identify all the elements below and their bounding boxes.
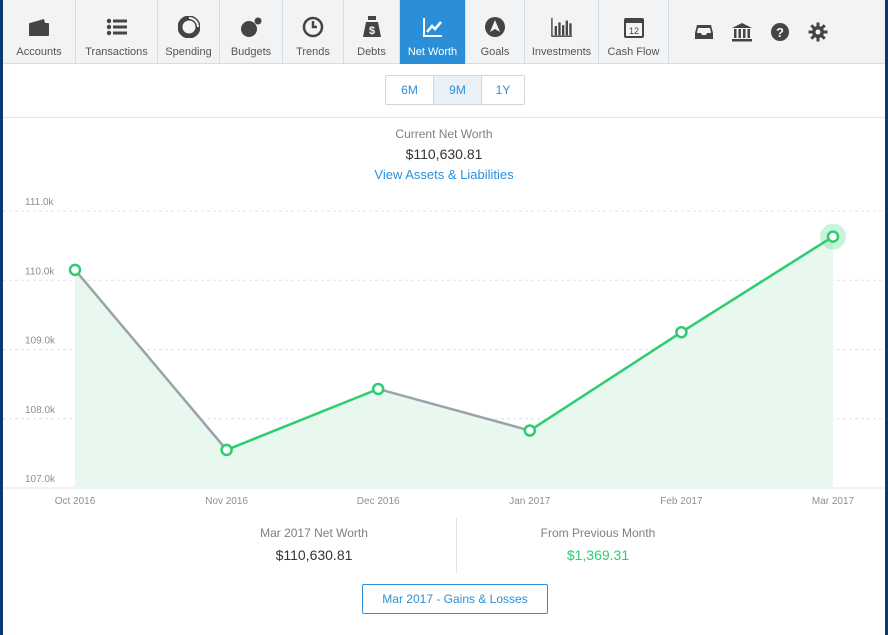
data-point	[68, 263, 82, 277]
range-1y-button[interactable]: 1Y	[482, 76, 524, 104]
x-tick-label: Nov 2016	[205, 496, 248, 507]
x-tick-label: Feb 2017	[660, 496, 703, 507]
nav-item-cash-flow[interactable]: 12 Cash Flow	[599, 0, 669, 64]
current-net-worth-label: Current Net Worth	[395, 127, 493, 141]
nav-item-spending[interactable]: Spending	[158, 0, 220, 64]
nav-label: Investments	[531, 46, 592, 58]
gear-icon[interactable]	[799, 0, 837, 64]
donut-chart-icon	[177, 16, 200, 38]
gains-losses-button[interactable]: Mar 2017 - Gains & Losses	[362, 584, 548, 614]
change-label: From Previous Month	[540, 526, 656, 540]
nav-label: Budgets	[230, 46, 272, 58]
svg-text:$: $	[368, 25, 374, 37]
divider	[3, 117, 885, 118]
help-icon[interactable]: ?	[761, 0, 799, 64]
nav-label: Spending	[165, 46, 212, 58]
wallet-icon	[28, 16, 50, 38]
x-tick-label: Dec 2016	[357, 496, 400, 507]
month-net-worth-label: Mar 2017 Net Worth	[260, 526, 368, 540]
nav-label: Trends	[296, 46, 330, 58]
range-9m-button[interactable]: 9M	[434, 76, 482, 104]
data-point	[371, 382, 385, 396]
nav-label: Net Worth	[407, 46, 458, 58]
x-axis-labels: Oct 2016 Nov 2016 Dec 2016 Jan 2017 Feb 2017…	[55, 496, 855, 507]
y-tick-label: 111.0k	[25, 197, 55, 208]
nav-label: Cash Flow	[607, 46, 660, 58]
view-assets-liabilities-link[interactable]: View Assets & Liabilities	[0, 167, 888, 182]
nav-label: Accounts	[16, 46, 62, 58]
bar-chart-icon	[550, 16, 573, 38]
month-net-worth-summary: Mar 2017 Net Worth $110,630.81	[164, 526, 464, 563]
nav-label: Debts	[357, 46, 386, 58]
change-summary: From Previous Month $1,369.31	[448, 526, 748, 563]
x-tick-label: Mar 2017	[812, 496, 855, 507]
nav-item-budgets[interactable]: Budgets	[220, 0, 283, 64]
x-tick-label: Jan 2017	[509, 496, 551, 507]
calendar-icon: 12	[623, 16, 645, 38]
change-value: $1,369.31	[566, 547, 630, 563]
data-point	[523, 424, 537, 437]
nav-item-net-worth[interactable]: Net Worth	[400, 0, 466, 64]
data-point	[220, 443, 233, 457]
nav-label: Goals	[480, 46, 510, 58]
budget-icon	[240, 16, 262, 38]
clock-icon	[302, 16, 324, 38]
nav-item-debts[interactable]: $ Debts	[344, 0, 400, 64]
net-worth-chart: 111.0k 110.0k 109.0k 108.0k 107.0k Oct 2016 N…	[3, 197, 885, 507]
svg-text:?: ?	[776, 25, 784, 40]
y-axis-labels: 111.0k 110.0k 109.0k 108.0k 107.0k	[25, 197, 56, 485]
compass-icon	[484, 16, 506, 38]
nav-item-goals[interactable]: Goals	[466, 0, 525, 64]
nav-item-transactions[interactable]: Transactions	[76, 0, 158, 64]
list-icon	[106, 16, 128, 38]
data-point	[675, 325, 688, 339]
y-tick-label: 110.0k	[25, 266, 55, 277]
money-bag-icon: $	[361, 16, 383, 38]
nav-item-accounts[interactable]: Accounts	[3, 0, 76, 64]
nav-item-trends[interactable]: Trends	[283, 0, 344, 64]
x-tick-label: Oct 2016	[55, 496, 96, 507]
y-tick-label: 108.0k	[25, 405, 56, 416]
range-selector: 6M 9M 1Y	[385, 75, 525, 105]
range-6m-button[interactable]: 6M	[386, 76, 434, 104]
y-tick-label: 107.0k	[25, 474, 56, 485]
month-net-worth-value: $110,630.81	[275, 547, 353, 563]
top-nav: Accounts Transactions Spending Budgets T…	[3, 0, 885, 64]
nav-utility-icons: ?	[669, 0, 837, 63]
svg-text:12: 12	[628, 26, 638, 36]
inbox-icon[interactable]	[685, 0, 723, 64]
y-tick-label: 109.0k	[25, 336, 56, 347]
current-net-worth-value: $110,630.81	[405, 146, 483, 162]
nav-item-investments[interactable]: Investments	[525, 0, 599, 64]
line-chart-icon	[422, 16, 444, 38]
bank-icon[interactable]	[723, 0, 761, 64]
chart-area-fill	[75, 236, 833, 488]
nav-label: Transactions	[85, 46, 148, 58]
data-point	[826, 230, 840, 243]
